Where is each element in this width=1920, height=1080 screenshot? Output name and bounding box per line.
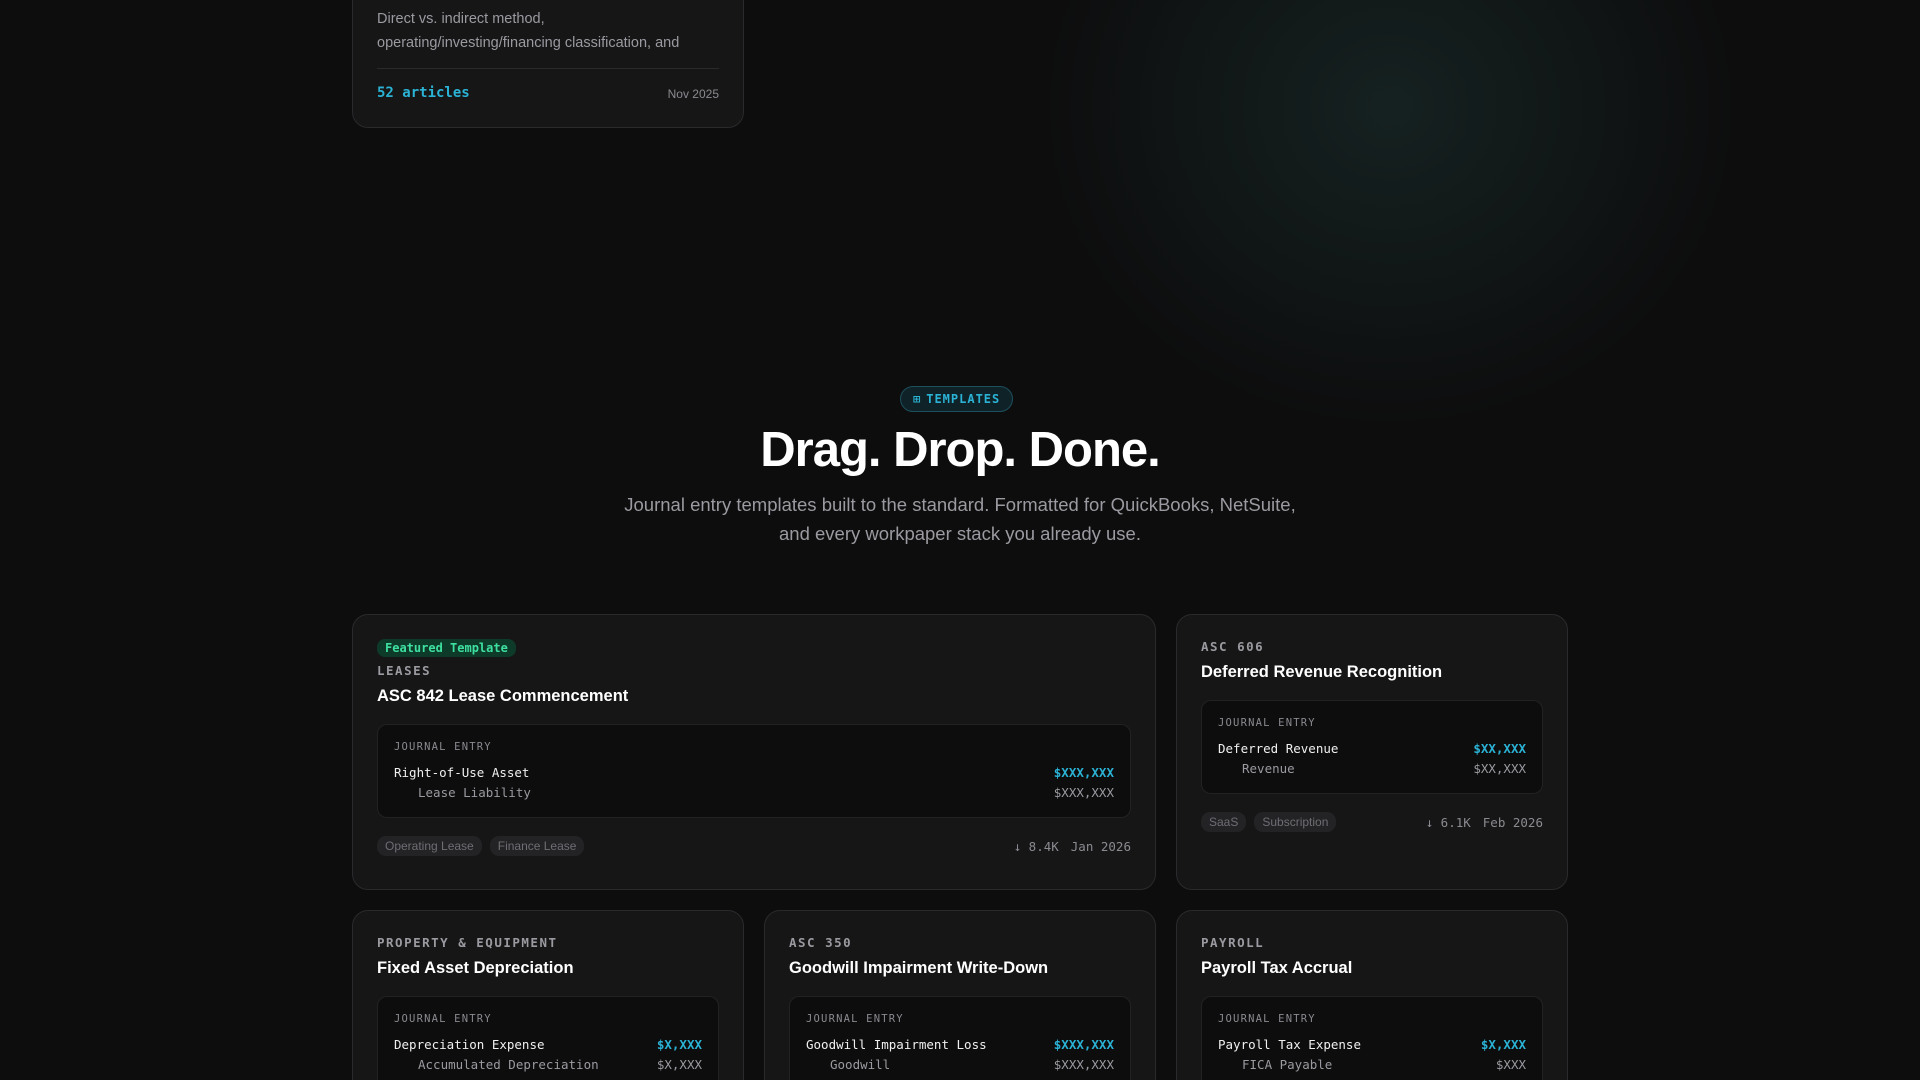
template-title: Fixed Asset Depreciation — [377, 959, 574, 977]
credit-row: Accumulated Depreciation $X,XXX — [394, 1055, 702, 1075]
section-subtitle: Journal entry templates built to the sta… — [624, 494, 1296, 544]
credit-row: Lease Liability $XXX,XXX — [394, 783, 1114, 803]
template-title: Deferred Revenue Recognition — [1201, 663, 1443, 681]
background-glow — [1040, 0, 1740, 430]
section-title: Drag. Drop. Done. — [760, 423, 1161, 477]
template-meta: ↓ 6.1K Feb 2026 — [1426, 815, 1543, 830]
credit-row: Goodwill $XXX,XXX — [806, 1055, 1114, 1075]
credit-account: Goodwill — [830, 1057, 891, 1072]
journal-entry-preview: JOURNAL ENTRY Right-of-Use Asset $XXX,XX… — [377, 724, 1131, 818]
credit-account: Lease Liability — [418, 785, 531, 800]
template-footer: Operating Lease Finance Lease ↓ 8.4K Jan… — [377, 836, 1131, 856]
template-card-fixed-asset-depreciation[interactable]: PROPERTY & EQUIPMENT Fixed Asset Depreci… — [352, 910, 744, 1080]
template-card-payroll-tax-accrual[interactable]: PAYROLL Payroll Tax Accrual JOURNAL ENTR… — [1176, 910, 1568, 1080]
tag-list: Operating Lease Finance Lease — [377, 836, 585, 856]
debit-account: Goodwill Impairment Loss — [806, 1037, 987, 1052]
debit-row: Goodwill Impairment Loss $XXX,XXX — [806, 1035, 1114, 1055]
debit-amount: $XX,XXX — [1473, 741, 1526, 756]
divider — [377, 68, 719, 69]
tag-finance-lease[interactable]: Finance Lease — [489, 836, 585, 856]
template-date: Feb 2026 — [1482, 814, 1543, 830]
template-category: ASC 350 — [789, 935, 853, 950]
featured-badge: Featured Template — [377, 639, 516, 657]
credit-amount: $XXX — [1495, 1057, 1526, 1072]
template-category: ASC 606 — [1201, 639, 1265, 654]
template-title: Payroll Tax Accrual — [1201, 959, 1353, 977]
credit-account: Revenue — [1242, 761, 1295, 776]
journal-entry-label: JOURNAL ENTRY — [394, 1013, 492, 1025]
template-footer: SaaS Subscription ↓ 6.1K Feb 2026 — [1201, 812, 1543, 832]
journal-entry-label: JOURNAL ENTRY — [1218, 717, 1316, 729]
journal-entry-preview: JOURNAL ENTRY Payroll Tax Expense $X,XXX… — [1201, 996, 1543, 1080]
credit-amount: $XXX,XXX — [1053, 785, 1114, 800]
credit-row: FICA Payable $XXX — [1218, 1055, 1526, 1075]
templates-badge-label: TEMPLATES — [926, 392, 1001, 406]
templates-badge: ⊞ TEMPLATES — [900, 386, 1014, 412]
template-category: PROPERTY & EQUIPMENT — [377, 935, 558, 950]
download-count: ↓ 8.4K — [1013, 838, 1059, 854]
download-count: ↓ 6.1K — [1425, 814, 1471, 830]
debit-row: Right-of-Use Asset $XXX,XXX — [394, 763, 1114, 783]
debit-amount: $X,XXX — [1480, 1037, 1526, 1052]
tag-subscription[interactable]: Subscription — [1254, 812, 1337, 832]
template-title: ASC 842 Lease Commencement — [377, 687, 629, 705]
template-card-lease-commencement[interactable]: Featured Template LEASES ASC 842 Lease C… — [352, 614, 1156, 890]
credit-amount: $XX,XXX — [1473, 761, 1526, 776]
template-meta: ↓ 8.4K Jan 2026 — [1014, 839, 1131, 854]
debit-account: Payroll Tax Expense — [1218, 1037, 1361, 1052]
debit-amount: $XXX,XXX — [1053, 1037, 1114, 1052]
grid-icon: ⊞ — [913, 392, 922, 406]
article-count[interactable]: 52 articles — [377, 85, 470, 101]
journal-entry-preview: JOURNAL ENTRY Goodwill Impairment Loss $… — [789, 996, 1131, 1080]
journal-entry-label: JOURNAL ENTRY — [806, 1013, 904, 1025]
article-card-date: Nov 2025 — [667, 87, 719, 101]
article-card[interactable]: Direct vs. indirect method, operating/in… — [352, 0, 744, 128]
debit-row: Deferred Revenue $XX,XXX — [1218, 739, 1526, 759]
template-category: LEASES — [377, 663, 432, 678]
template-card-deferred-revenue[interactable]: ASC 606 Deferred Revenue Recognition JOU… — [1176, 614, 1568, 890]
debit-amount: $XXX,XXX — [1053, 765, 1114, 780]
journal-entry-preview: JOURNAL ENTRY Depreciation Expense $X,XX… — [377, 996, 719, 1080]
tag-list: SaaS Subscription — [1201, 812, 1337, 832]
credit-amount: $XXX,XXX — [1053, 1057, 1114, 1072]
journal-entry-label: JOURNAL ENTRY — [394, 741, 492, 753]
template-date: Jan 2026 — [1070, 838, 1131, 854]
debit-account: Deferred Revenue — [1218, 741, 1339, 756]
template-category: PAYROLL — [1201, 935, 1265, 950]
template-title: Goodwill Impairment Write-Down — [789, 959, 1049, 977]
debit-account: Depreciation Expense — [394, 1037, 545, 1052]
journal-entry-label: JOURNAL ENTRY — [1218, 1013, 1316, 1025]
credit-account: Accumulated Depreciation — [418, 1057, 599, 1072]
article-card-description: Direct vs. indirect method, operating/in… — [377, 11, 680, 51]
journal-entry-preview: JOURNAL ENTRY Deferred Revenue $XX,XXX R… — [1201, 700, 1543, 794]
tag-operating-lease[interactable]: Operating Lease — [377, 836, 482, 856]
credit-row: Revenue $XX,XXX — [1218, 759, 1526, 779]
template-card-goodwill-impairment[interactable]: ASC 350 Goodwill Impairment Write-Down J… — [764, 910, 1156, 1080]
debit-row: Depreciation Expense $X,XXX — [394, 1035, 702, 1055]
debit-account: Right-of-Use Asset — [394, 765, 530, 780]
debit-amount: $X,XXX — [656, 1037, 702, 1052]
tag-saas[interactable]: SaaS — [1201, 812, 1247, 832]
credit-amount: $X,XXX — [656, 1057, 702, 1072]
debit-row: Payroll Tax Expense $X,XXX — [1218, 1035, 1526, 1055]
credit-account: FICA Payable — [1242, 1057, 1333, 1072]
